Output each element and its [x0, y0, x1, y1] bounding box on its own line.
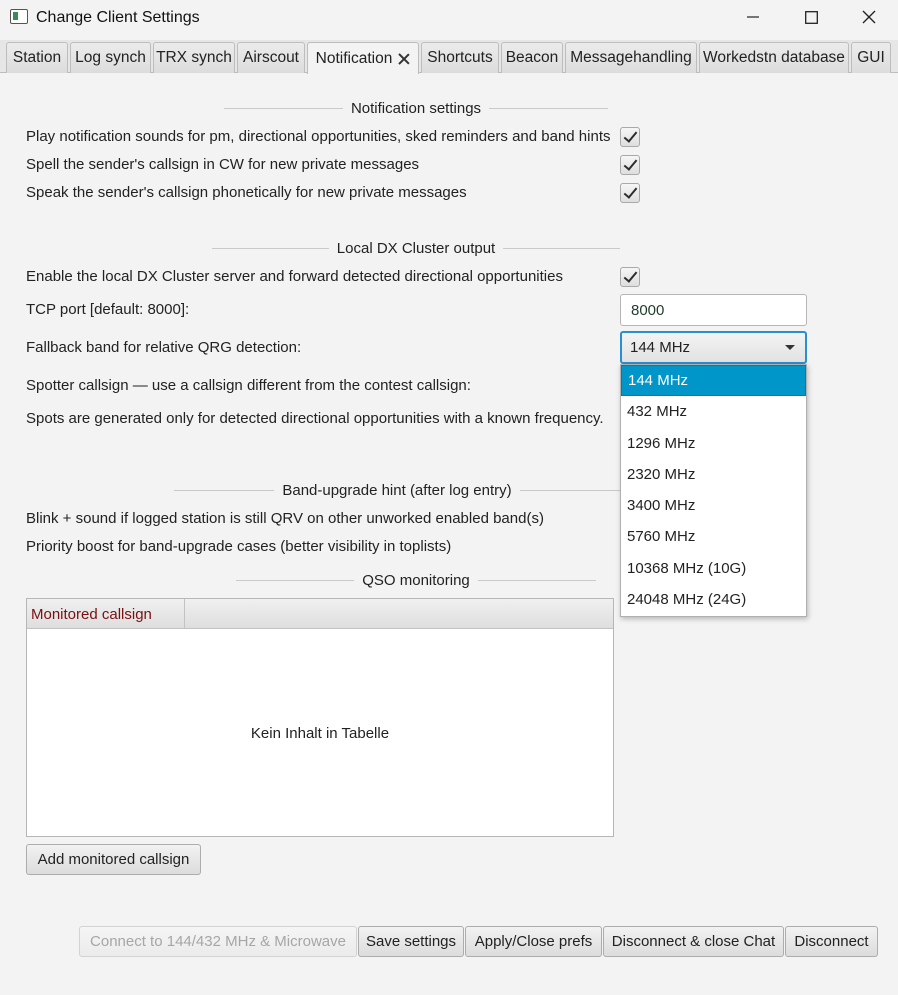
tab-shortcuts[interactable]: Shortcuts — [421, 42, 499, 73]
close-button[interactable] — [840, 0, 898, 34]
fallback-band-select[interactable]: 144 MHz — [620, 331, 807, 364]
tab-messagehandling[interactable]: Messagehandling — [565, 42, 697, 73]
minimize-icon — [747, 16, 759, 18]
close-icon — [862, 10, 876, 24]
speak-phonetic-label: Speak the sender's callsign phonetically… — [26, 184, 467, 201]
table-header: Monitored callsign — [27, 599, 613, 629]
tab-station[interactable]: Station — [6, 42, 68, 73]
notification-settings-heading: Notification settings — [224, 98, 609, 118]
spell-cw-label: Spell the sender's callsign in CW for ne… — [26, 156, 420, 173]
window-title: Change Client Settings — [36, 9, 200, 26]
title-bar: Change Client Settings — [0, 0, 898, 36]
add-monitored-callsign-button[interactable]: Add monitored callsign — [26, 844, 201, 875]
band-option[interactable]: 432 MHz — [621, 396, 806, 427]
chevron-down-icon — [785, 345, 795, 350]
speak-phonetic-checkbox[interactable] — [620, 183, 640, 203]
table-empty-message: Kein Inhalt in Tabelle — [250, 725, 390, 742]
fallback-band-label: Fallback band for relative QRG detection… — [26, 339, 302, 356]
band-option[interactable]: 24048 MHz (24G) — [621, 584, 806, 615]
disconnect-close-chat-button[interactable]: Disconnect & close Chat — [603, 926, 784, 957]
blink-sound-label: Blink + sound if logged station is still… — [26, 510, 544, 527]
tab-workedstn-database[interactable]: Workedstn database — [699, 42, 849, 73]
tab-notification[interactable]: Notification — [307, 42, 419, 74]
tcp-port-label: TCP port [default: 8000]: — [26, 301, 190, 318]
fallback-band-value: 144 MHz — [630, 339, 691, 356]
dx-cluster-heading: Local DX Cluster output — [212, 238, 621, 258]
tab-beacon[interactable]: Beacon — [501, 42, 563, 73]
tab-bar: Station Log synch TRX synch Airscout Not… — [0, 40, 898, 74]
play-sounds-checkbox[interactable] — [620, 127, 640, 147]
close-tab-icon[interactable] — [398, 53, 410, 65]
monitored-callsign-table[interactable]: Monitored callsign Kein Inhalt in Tabell… — [26, 598, 614, 837]
tab-notification-label: Notification — [315, 49, 393, 67]
minimize-button[interactable] — [724, 0, 782, 34]
band-option[interactable]: 2320 MHz — [621, 459, 806, 490]
band-option[interactable]: 5760 MHz — [621, 521, 806, 552]
column-header-monitored-callsign[interactable]: Monitored callsign — [27, 599, 185, 629]
tab-log-synch[interactable]: Log synch — [70, 42, 151, 73]
tab-airscout[interactable]: Airscout — [237, 42, 305, 73]
enable-dx-cluster-checkbox[interactable] — [620, 267, 640, 287]
maximize-icon — [804, 10, 818, 24]
spots-note: Spots are generated only for detected di… — [26, 410, 604, 427]
band-option[interactable]: 144 MHz — [621, 365, 806, 396]
qso-monitoring-heading: QSO monitoring — [236, 570, 597, 590]
band-option[interactable]: 1296 MHz — [621, 428, 806, 459]
tab-gui[interactable]: GUI — [851, 42, 891, 73]
band-option[interactable]: 10368 MHz (10G) — [621, 553, 806, 584]
tab-trx-synch[interactable]: TRX synch — [153, 42, 235, 73]
band-option[interactable]: 3400 MHz — [621, 490, 806, 521]
maximize-button[interactable] — [782, 0, 840, 34]
play-sounds-label: Play notification sounds for pm, directi… — [26, 128, 611, 145]
connect-button[interactable]: Connect to 144/432 MHz & Microwave — [79, 926, 357, 957]
spotter-callsign-label: Spotter callsign — use a callsign differ… — [26, 377, 471, 394]
fallback-band-dropdown: 144 MHz 432 MHz 1296 MHz 2320 MHz 3400 M… — [620, 364, 807, 617]
apply-close-prefs-button[interactable]: Apply/Close prefs — [465, 926, 602, 957]
save-settings-button[interactable]: Save settings — [358, 926, 464, 957]
enable-dx-cluster-label: Enable the local DX Cluster server and f… — [26, 268, 563, 285]
disconnect-button[interactable]: Disconnect — [785, 926, 878, 957]
app-icon — [10, 9, 28, 24]
band-upgrade-heading: Band-upgrade hint (after log entry) — [174, 480, 620, 500]
spell-cw-checkbox[interactable] — [620, 155, 640, 175]
priority-boost-label: Priority boost for band-upgrade cases (b… — [26, 538, 452, 555]
tcp-port-input[interactable]: 8000 — [620, 294, 807, 326]
